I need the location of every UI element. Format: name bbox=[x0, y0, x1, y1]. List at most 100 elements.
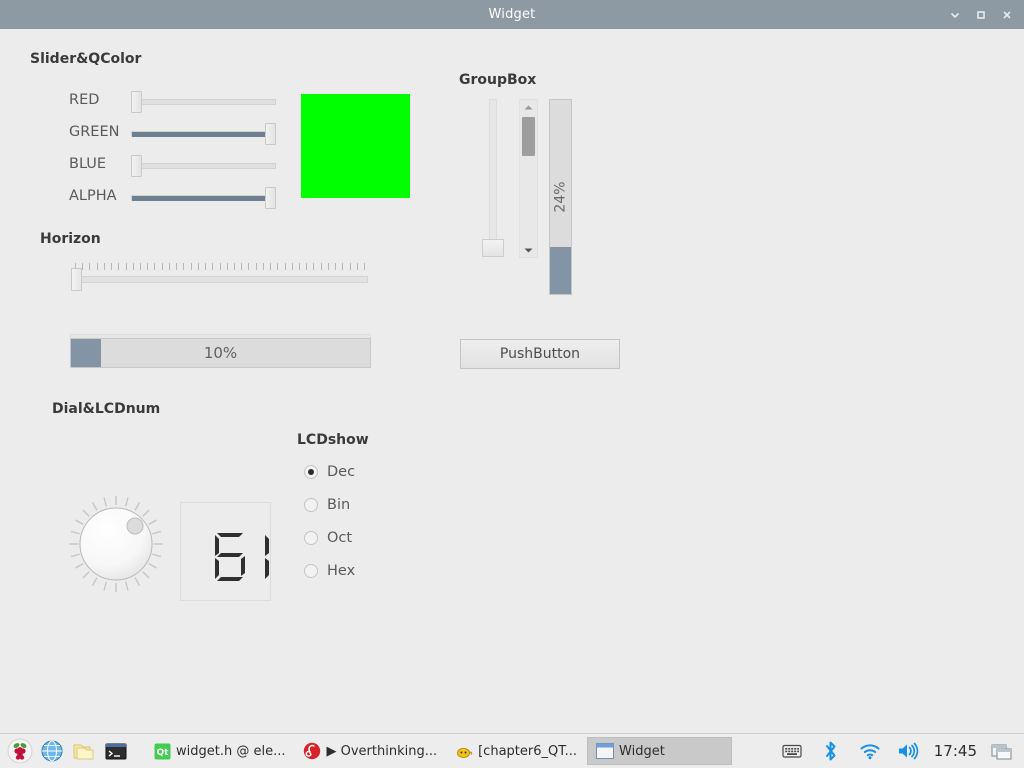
slider-tick bbox=[161, 263, 163, 270]
slider-tick bbox=[125, 263, 127, 270]
slider-tick bbox=[219, 263, 221, 270]
slider-tick bbox=[96, 263, 98, 270]
slider-tick bbox=[103, 263, 105, 270]
slider-tick bbox=[335, 263, 337, 270]
label-blue: BLUE bbox=[69, 156, 107, 172]
slider-green[interactable] bbox=[131, 123, 276, 145]
groupbox-vertical-slider[interactable] bbox=[482, 99, 504, 257]
taskbar-system-tray: 17:45 bbox=[778, 737, 1024, 765]
task-chapter6-label: [chapter6_QT... bbox=[478, 743, 578, 759]
window-titlebar[interactable]: Widget bbox=[0, 0, 1024, 29]
slider-tick bbox=[342, 263, 344, 270]
terminal-icon[interactable] bbox=[102, 737, 130, 765]
teapot-icon bbox=[457, 747, 473, 759]
slider-tick bbox=[212, 263, 214, 270]
wifi-icon[interactable] bbox=[856, 737, 884, 765]
groupbox-title: GroupBox bbox=[459, 72, 537, 88]
task-music-player[interactable]: ▶ Overthinking... bbox=[295, 737, 445, 765]
window-icon bbox=[596, 743, 615, 759]
vertical-progressbar-text: 24% bbox=[550, 100, 571, 294]
horizon-slider-ticks bbox=[71, 263, 368, 272]
slider-tick bbox=[168, 263, 170, 270]
slider-green-handle[interactable] bbox=[265, 123, 276, 145]
radio-hex[interactable]: Hex bbox=[304, 563, 355, 579]
groupbox-vertical-scrollbar[interactable] bbox=[519, 99, 538, 258]
netease-icon bbox=[304, 742, 321, 760]
radio-oct[interactable]: Oct bbox=[304, 530, 352, 546]
task-widget-h-label: widget.h @ ele... bbox=[176, 743, 286, 759]
dial-icon[interactable] bbox=[66, 494, 166, 594]
radio-dec-label: Dec bbox=[327, 464, 356, 480]
horizon-tick-slider[interactable] bbox=[71, 263, 368, 293]
horizon-progressbar-text: 10% bbox=[203, 344, 238, 362]
svg-text:Qt: Qt bbox=[157, 748, 170, 758]
slider-qcolor-title: Slider&QColor bbox=[30, 51, 142, 67]
horizon-title: Horizon bbox=[40, 231, 101, 247]
horizon-slider-groove bbox=[71, 276, 368, 283]
push-button[interactable]: PushButton bbox=[460, 339, 620, 369]
taskbar-launchers bbox=[0, 737, 130, 765]
dial-control[interactable] bbox=[66, 494, 166, 594]
task-widget-active-label: Widget bbox=[619, 743, 665, 759]
browser-icon[interactable] bbox=[38, 737, 66, 765]
radio-bin-mark[interactable] bbox=[304, 498, 318, 512]
radio-oct-mark[interactable] bbox=[304, 531, 318, 545]
slider-tick bbox=[183, 263, 185, 270]
slider-tick bbox=[277, 263, 279, 270]
slider-red-handle[interactable] bbox=[131, 91, 142, 113]
color-preview-swatch bbox=[301, 94, 410, 198]
minimize-button[interactable] bbox=[942, 0, 968, 29]
taskbar-clock[interactable]: 17:45 bbox=[934, 742, 977, 760]
slider-tick bbox=[284, 263, 286, 270]
slider-blue-handle[interactable] bbox=[131, 155, 142, 177]
slider-alpha[interactable] bbox=[131, 187, 276, 209]
slider-alpha-handle[interactable] bbox=[265, 187, 276, 209]
slider-tick bbox=[241, 263, 243, 270]
label-red: RED bbox=[69, 92, 100, 108]
vertical-scrollbar-thumb[interactable] bbox=[522, 117, 535, 156]
raspberry-menu-icon[interactable] bbox=[6, 737, 34, 765]
scrollbar-down-arrow-icon[interactable] bbox=[520, 243, 537, 257]
task-music-player-label: ▶ Overthinking... bbox=[326, 743, 438, 759]
horizon-slider-handle[interactable] bbox=[71, 268, 82, 291]
task-widget-h[interactable]: Qt widget.h @ ele... bbox=[146, 737, 293, 765]
slider-blue-groove bbox=[131, 163, 276, 169]
lcd-digits bbox=[215, 533, 269, 581]
slider-tick bbox=[176, 263, 178, 270]
slider-tick bbox=[82, 263, 84, 270]
radio-dec-mark[interactable] bbox=[304, 465, 318, 479]
slider-tick bbox=[89, 263, 91, 270]
slider-tick bbox=[356, 263, 358, 270]
slider-tick bbox=[111, 263, 113, 270]
radio-hex-label: Hex bbox=[327, 563, 356, 579]
label-green: GREEN bbox=[69, 124, 120, 140]
slider-tick bbox=[140, 263, 142, 270]
maximize-button[interactable] bbox=[968, 0, 994, 29]
bluetooth-icon[interactable] bbox=[817, 737, 845, 765]
volume-icon[interactable] bbox=[895, 737, 923, 765]
lcd-number-display bbox=[180, 502, 271, 601]
slider-tick bbox=[154, 263, 156, 270]
radio-dec[interactable]: Dec bbox=[304, 464, 355, 480]
label-alpha: ALPHA bbox=[69, 188, 117, 204]
vertical-slider-handle[interactable] bbox=[482, 239, 504, 257]
radio-bin-label: Bin bbox=[327, 497, 351, 513]
slider-tick bbox=[147, 263, 149, 270]
radio-hex-mark[interactable] bbox=[304, 564, 318, 578]
slider-tick bbox=[298, 263, 300, 270]
task-widget-active[interactable]: Widget bbox=[587, 737, 733, 765]
window-switcher-icon[interactable] bbox=[988, 737, 1016, 765]
close-button[interactable] bbox=[994, 0, 1020, 29]
file-manager-icon[interactable] bbox=[70, 737, 98, 765]
slider-tick bbox=[132, 263, 134, 270]
keyboard-icon[interactable] bbox=[778, 737, 806, 765]
slider-tick bbox=[306, 263, 308, 270]
slider-tick bbox=[313, 263, 315, 270]
slider-red[interactable] bbox=[131, 91, 276, 113]
slider-tick bbox=[327, 263, 329, 270]
slider-blue[interactable] bbox=[131, 155, 276, 177]
groupbox-vertical-progressbar: 24% bbox=[549, 99, 572, 295]
scrollbar-up-arrow-icon[interactable] bbox=[520, 100, 537, 114]
task-chapter6[interactable]: [chapter6_QT... bbox=[447, 737, 585, 765]
radio-bin[interactable]: Bin bbox=[304, 497, 350, 513]
